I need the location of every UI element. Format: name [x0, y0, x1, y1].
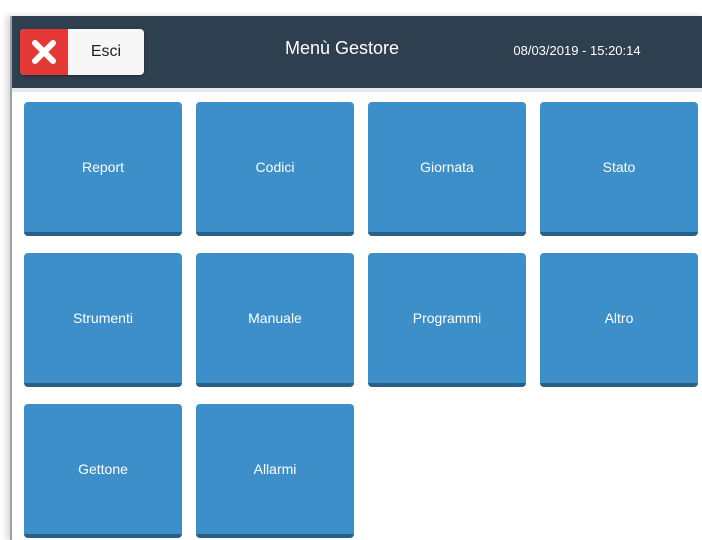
page-title: Menù Gestore: [284, 38, 400, 58]
datetime-display: 08/03/2019 - 15:20:14: [513, 43, 641, 58]
tile-report[interactable]: Report: [24, 102, 182, 236]
tile-programmi[interactable]: Programmi: [368, 253, 526, 387]
tile-manuale[interactable]: Manuale: [196, 253, 354, 387]
header-bar: Esci Menù Gestore 08/03/2019 - 15:20:14: [12, 16, 702, 92]
tile-codici[interactable]: Codici: [196, 102, 354, 236]
close-icon: [20, 29, 68, 75]
tile-giornata[interactable]: Giornata: [368, 102, 526, 236]
exit-button[interactable]: Esci: [20, 29, 144, 75]
tile-allarmi[interactable]: Allarmi: [196, 404, 354, 538]
app-window: Esci Menù Gestore 08/03/2019 - 15:20:14 …: [10, 16, 702, 540]
tile-stato[interactable]: Stato: [540, 102, 698, 236]
tile-strumenti[interactable]: Strumenti: [24, 253, 182, 387]
tile-altro[interactable]: Altro: [540, 253, 698, 387]
exit-button-label: Esci: [90, 43, 122, 60]
tile-gettone[interactable]: Gettone: [24, 404, 182, 538]
